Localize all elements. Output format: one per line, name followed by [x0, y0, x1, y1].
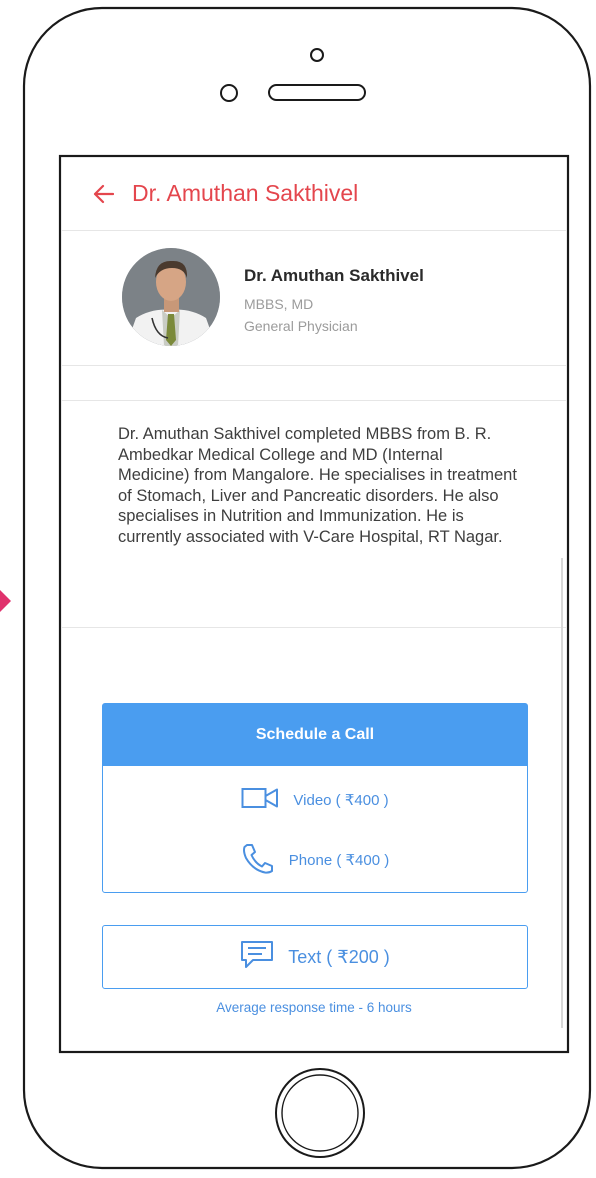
schedule-call-card: Schedule a Call Video ( ₹400 ) Phone ( ₹… [102, 703, 528, 893]
scrollbar[interactable] [561, 558, 563, 1028]
video-call-label: Video ( ₹400 ) [293, 792, 389, 809]
video-call-button[interactable]: Video ( ₹400 ) [103, 780, 527, 820]
stage: Dr. Amuthan Sakthivel Dr. Amuthan Sakthi… [0, 0, 596, 1178]
text-consult-button[interactable]: Text ( ₹200 ) [102, 925, 528, 989]
sensor-icon [220, 84, 238, 102]
doctor-degree: MBBS, MD [244, 296, 314, 312]
phone-icon [241, 842, 275, 878]
doctor-avatar [122, 248, 220, 346]
bio-divider [62, 627, 566, 628]
phone-call-label: Phone ( ₹400 ) [288, 852, 390, 869]
section-divider [62, 400, 566, 401]
back-arrow-icon[interactable] [92, 184, 115, 204]
pointer-marker [0, 590, 11, 612]
video-camera-icon [241, 786, 279, 814]
text-consult-label: Text ( ₹200 ) [288, 946, 390, 967]
doctor-name: Dr. Amuthan Sakthivel [244, 266, 424, 285]
doctor-specialty: General Physician [244, 318, 358, 334]
doctor-profile: Dr. Amuthan Sakthivel MBBS, MD General P… [62, 230, 566, 366]
front-camera-icon [310, 48, 324, 62]
app-bar: Dr. Amuthan Sakthivel [62, 158, 566, 231]
speaker-grille-icon [268, 84, 366, 101]
doctor-bio: Dr. Amuthan Sakthivel completed MBBS fro… [118, 425, 517, 546]
page-title: Dr. Amuthan Sakthivel [132, 180, 359, 206]
chat-bubble-icon [240, 940, 274, 975]
home-button-icon [275, 1068, 365, 1158]
phone-call-button[interactable]: Phone ( ₹400 ) [103, 840, 527, 880]
app-screen: Dr. Amuthan Sakthivel Dr. Amuthan Sakthi… [62, 158, 566, 1050]
schedule-call-header: Schedule a Call [103, 704, 527, 766]
response-time-note: Average response time - 6 hours [216, 1000, 412, 1015]
